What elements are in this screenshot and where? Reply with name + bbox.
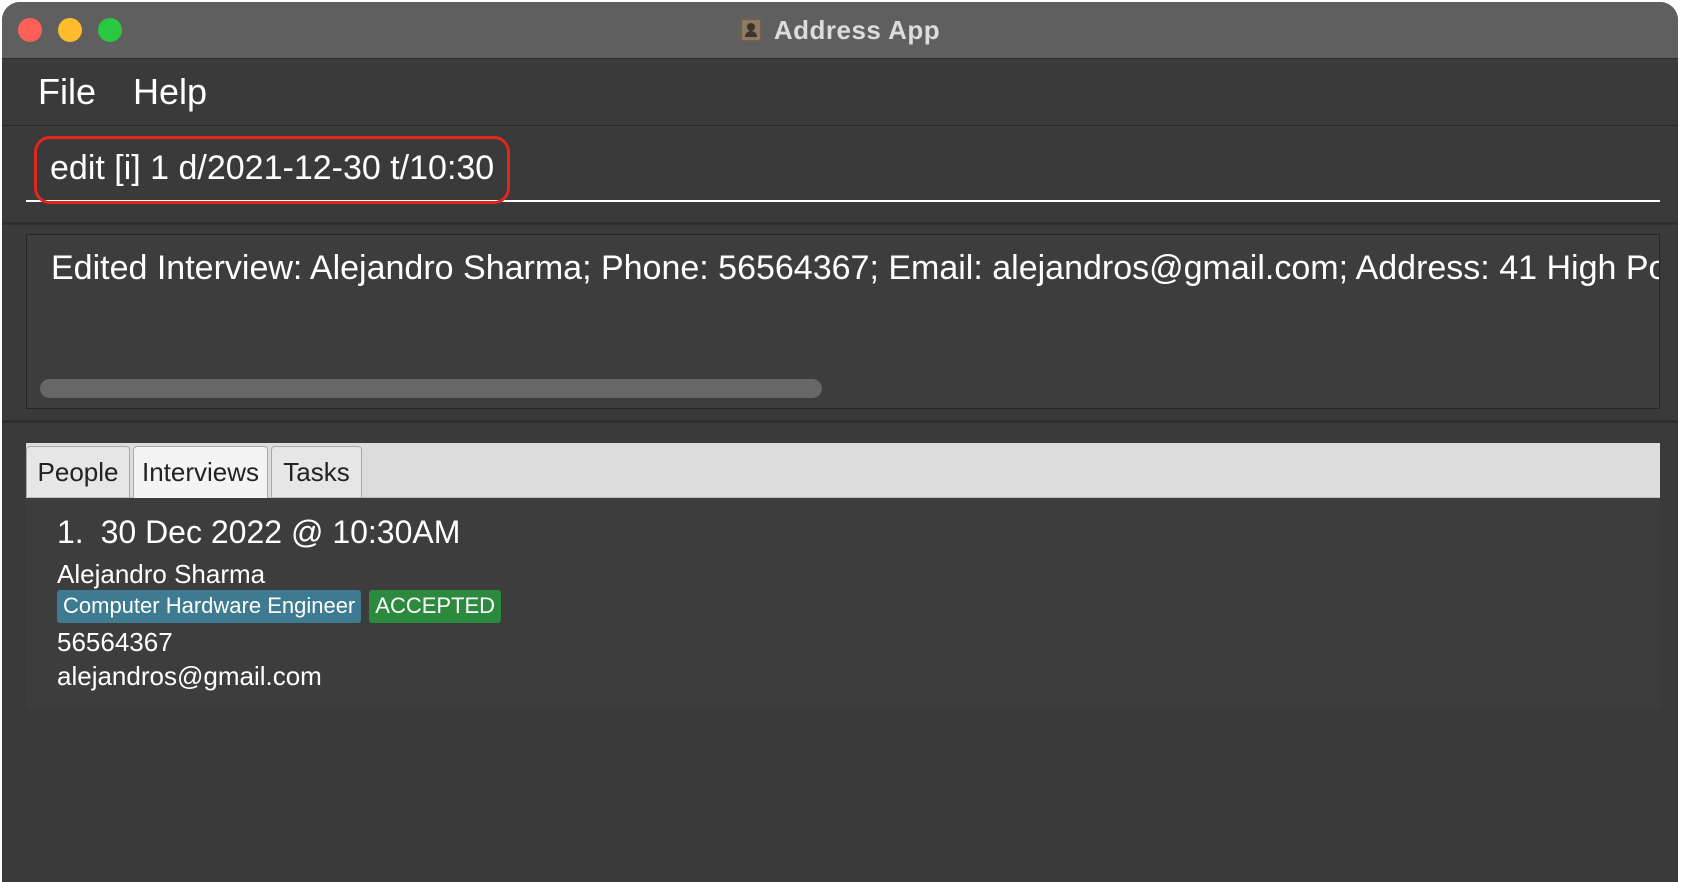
menu-file[interactable]: File [38,71,96,113]
list-tab-pane: People Interviews Tasks 1. 30 Dec 2022 @… [26,443,1660,709]
menu-bar: File Help [2,59,1678,126]
interview-card[interactable]: 1. 30 Dec 2022 @ 10:30AM Alejandro Sharm… [26,498,1660,709]
interview-phone: 56564367 [57,627,173,657]
address-book-icon [739,18,762,42]
tab-header: People Interviews Tasks [26,443,1660,498]
tab-tasks[interactable]: Tasks [271,446,362,497]
interview-index: 1. [57,514,84,550]
status-badge: ACCEPTED [369,590,502,623]
app-window: Address App File Help Edited Interview: … [2,2,1678,882]
role-tag: Computer Hardware Engineer [57,590,362,623]
interview-datetime: 30 Dec 2022 @ 10:30AM [100,514,461,550]
tab-people[interactable]: People [26,446,130,497]
result-display: Edited Interview: Alejandro Sharma; Phon… [26,234,1660,409]
window-title: Address App [773,14,941,45]
result-display-container: Edited Interview: Alejandro Sharma; Phon… [2,225,1678,423]
result-horizontal-scrollbar[interactable] [40,379,822,398]
interview-tags: Computer Hardware Engineer ACCEPTED [57,590,502,623]
interview-email: alejandros@gmail.com [57,661,322,691]
title-bar[interactable]: Address App [2,2,1678,59]
interview-candidate-name: Alejandro Sharma [57,559,266,589]
interview-header: 1. 30 Dec 2022 @ 10:30AM [57,514,460,551]
tab-interviews[interactable]: Interviews [133,446,268,498]
result-message: Edited Interview: Alejandro Sharma; Phon… [51,249,1660,287]
window-title-group: Address App [2,2,1678,58]
command-input[interactable] [26,136,1660,202]
menu-help[interactable]: Help [133,71,207,113]
command-box-container [2,126,1678,225]
